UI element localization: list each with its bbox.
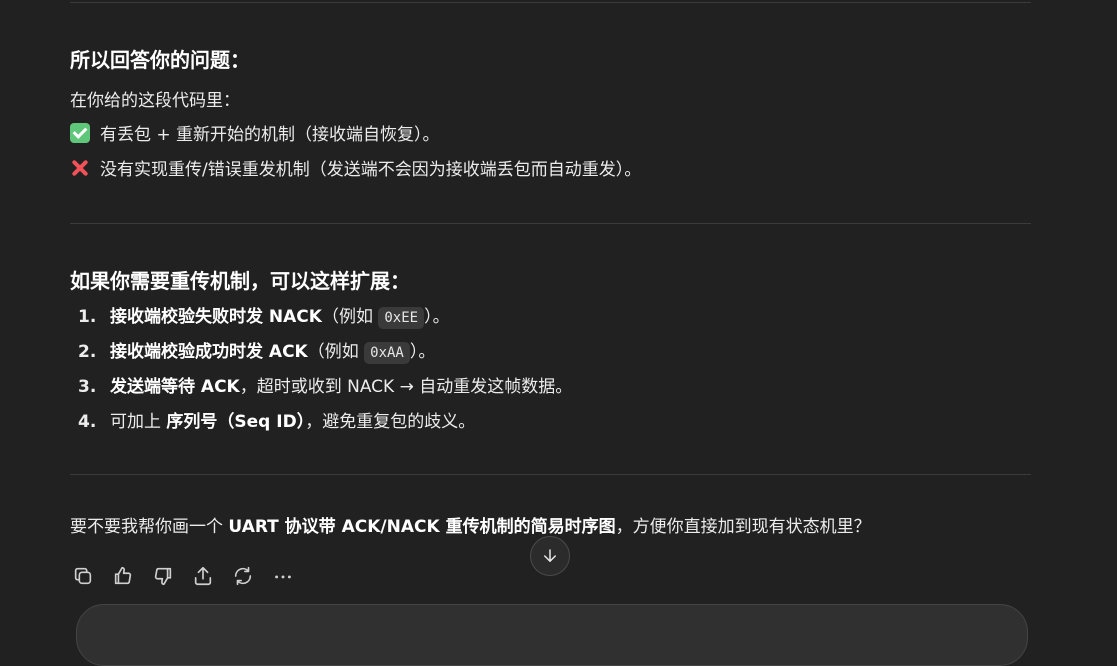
message-actions (72, 562, 312, 590)
text: 可加上 (110, 412, 167, 432)
thumbs-up-icon (114, 566, 132, 585)
message-composer[interactable] (76, 604, 1028, 666)
text: 要不要我帮你画一个 (70, 517, 229, 537)
list-number: 1. (78, 307, 97, 327)
list-item: 3. 发送端等待 ACK，超时或收到 NACK → 自动重发这帧数据。 (78, 370, 572, 405)
intro-text: 在你给的这段代码里： (70, 91, 240, 111)
copy-icon (74, 567, 92, 585)
list-item: 2. 接收端校验成功时发 ACK（例如 0xAA）。 (78, 335, 572, 370)
check-mark-icon (70, 123, 90, 143)
yes-line: 有丢包 + 重新开始的机制（接收端自恢复）。 (70, 123, 440, 147)
yes-line-text: 有丢包 + 重新开始的机制（接收端自恢复）。 (100, 125, 440, 145)
no-line: 没有实现重传/错误重发机制（发送端不会因为接收端丢包而自动重发）。 (70, 158, 641, 182)
inline-code: 0xAA (364, 342, 410, 364)
text: （例如 (307, 342, 365, 362)
divider (70, 2, 1031, 3)
scroll-to-bottom-button[interactable] (530, 536, 570, 576)
bold-text: 序列号（Seq ID） (166, 412, 306, 432)
section-heading: 所以回答你的问题： (70, 48, 250, 72)
steps-list: 1. 接收端校验失败时发 NACK（例如 0xEE）。 2. 接收端校验成功时发 A… (78, 300, 572, 440)
arrow-down-icon (544, 549, 556, 562)
section-heading: 如果你需要重传机制，可以这样扩展： (70, 269, 410, 293)
copy-button[interactable] (72, 562, 112, 590)
inline-code: 0xEE (378, 307, 425, 329)
bold-text: 接收端校验失败时发 NACK (110, 307, 322, 327)
text: ）。 (409, 342, 436, 362)
closing-question: 要不要我帮你画一个 UART 协议带 ACK/NACK 重传机制的简易时序图，方… (70, 515, 871, 539)
bold-text: 接收端校验成功时发 ACK (110, 342, 308, 362)
bold-text: UART 协议带 ACK/NACK 重传机制的简易时序图 (228, 517, 616, 537)
regenerate-button[interactable] (232, 562, 272, 590)
thumbs-down-button[interactable] (152, 562, 192, 590)
list-item: 4. 可加上 序列号（Seq ID），避免重复包的歧义。 (78, 405, 572, 440)
list-number: 3. (78, 377, 97, 397)
regenerate-icon (234, 566, 252, 586)
cross-mark-icon (70, 158, 90, 178)
text: ，超时或收到 NACK → 自动重发这帧数据。 (239, 377, 573, 397)
thumbs-up-button[interactable] (112, 562, 152, 590)
share-icon (194, 566, 212, 586)
divider (70, 474, 1031, 475)
list-item: 1. 接收端校验失败时发 NACK（例如 0xEE）。 (78, 300, 572, 335)
no-line-text: 没有实现重传/错误重发机制（发送端不会因为接收端丢包而自动重发）。 (100, 160, 642, 180)
thumbs-down-icon (154, 567, 172, 586)
share-button[interactable] (192, 562, 232, 590)
list-number: 4. (78, 412, 97, 432)
text: ，避免重复包的歧义。 (305, 412, 476, 432)
text: （例如 (321, 307, 379, 327)
more-button[interactable] (272, 562, 312, 590)
divider (70, 223, 1031, 224)
bold-text: 发送端等待 ACK (110, 377, 240, 397)
text: ，方便你直接加到现有状态机里？ (615, 517, 871, 537)
list-number: 2. (78, 342, 97, 362)
text: ）。 (424, 307, 450, 327)
more-icon (275, 575, 291, 579)
